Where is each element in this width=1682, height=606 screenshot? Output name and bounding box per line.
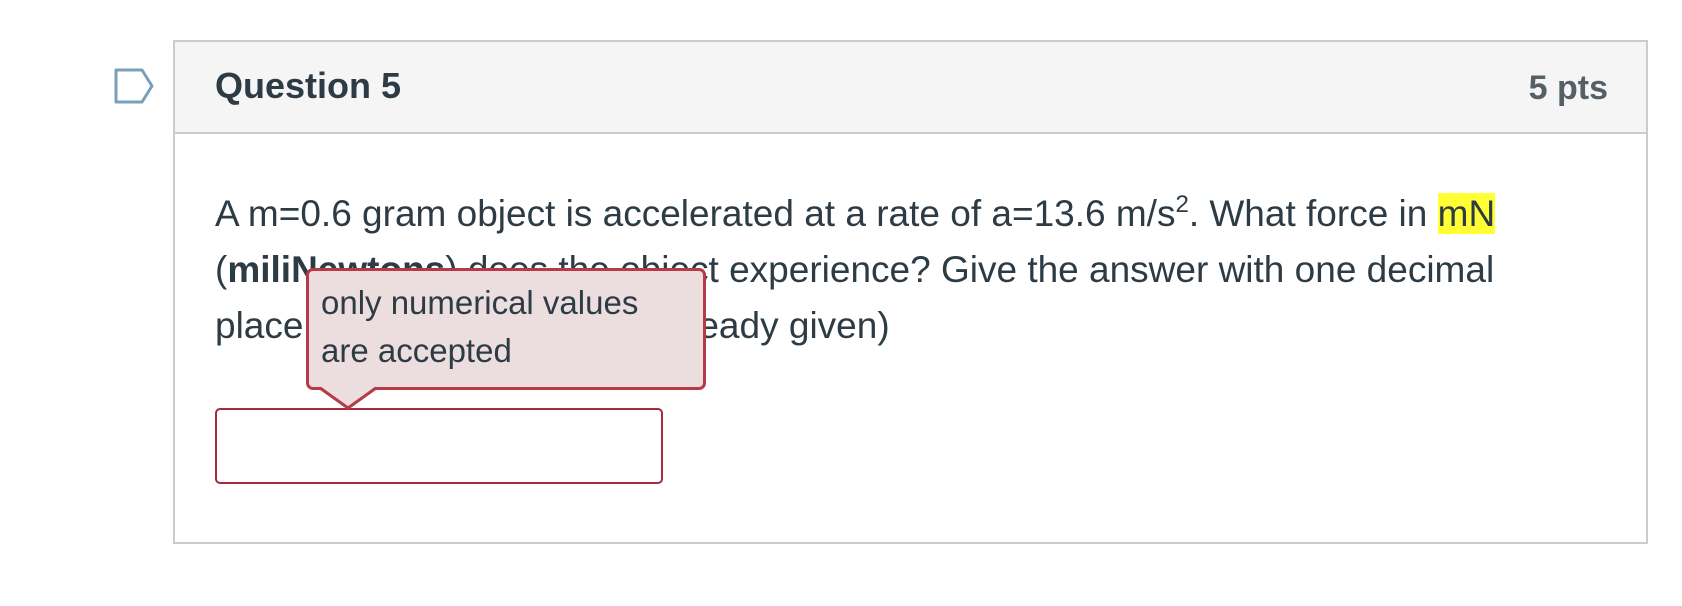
highlighted-unit: mN [1437,193,1496,234]
question-text-part2: . What force in [1188,193,1438,234]
question-superscript: 2 [1175,191,1189,218]
question-title: Question 5 [215,65,402,106]
bookmark-flag-icon[interactable] [114,68,156,104]
tooltip-arrow-icon [320,386,376,410]
validation-tooltip: only numerical values are accepted [306,268,706,390]
question-line2-open: ( [215,249,228,290]
question-header: Question 5 5 pts [175,42,1646,134]
question-points: 5 pts [1528,69,1608,107]
question-text-part1: A m=0.6 gram object is accelerated at a … [215,193,1176,234]
answer-input[interactable] [215,408,663,484]
